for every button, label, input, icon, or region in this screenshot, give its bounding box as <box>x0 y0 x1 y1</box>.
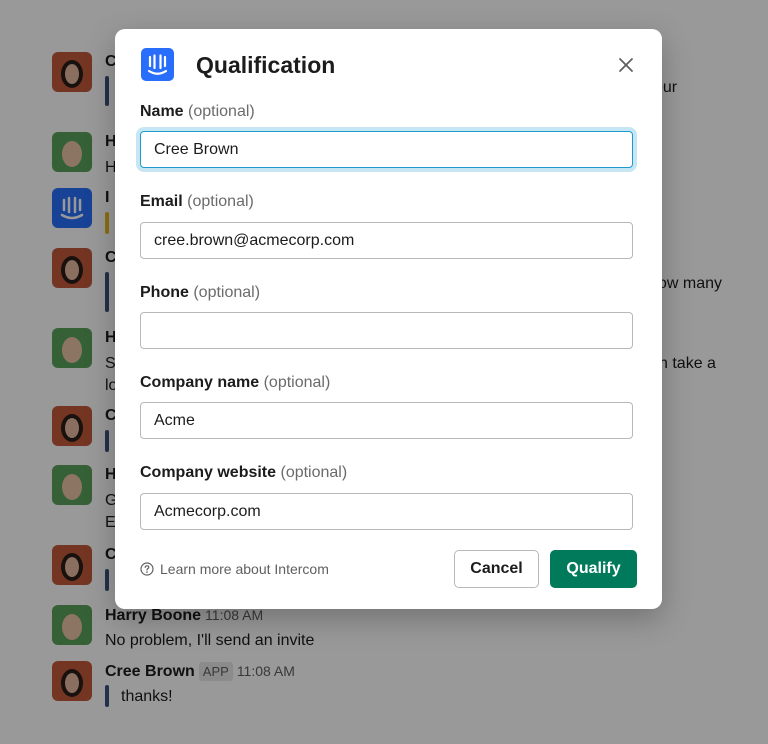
company-name-label-text: Company name <box>140 374 260 391</box>
email-label: Email (optional) <box>140 192 254 212</box>
company-website-input[interactable] <box>140 493 633 530</box>
company-website-label-text: Company website <box>140 464 277 481</box>
email-input[interactable] <box>140 222 633 259</box>
qualify-button[interactable]: Qualify <box>550 550 637 588</box>
optional-hint: (optional) <box>187 193 254 210</box>
company-website-label: Company website (optional) <box>140 463 347 483</box>
qualification-modal: Qualification Name (optional) Email (opt… <box>115 29 662 609</box>
company-name-label: Company name (optional) <box>140 373 330 393</box>
name-input[interactable] <box>140 131 633 168</box>
phone-label: Phone (optional) <box>140 283 260 303</box>
company-name-input[interactable] <box>140 402 633 439</box>
cancel-button[interactable]: Cancel <box>454 550 539 588</box>
intercom-logo-icon <box>141 48 174 81</box>
learn-more-link[interactable]: Learn more about Intercom <box>140 560 329 578</box>
optional-hint: (optional) <box>188 103 255 120</box>
name-label: Name (optional) <box>140 102 255 122</box>
optional-hint: (optional) <box>280 464 348 481</box>
modal-title: Qualification <box>196 52 336 78</box>
phone-input[interactable] <box>140 312 633 349</box>
email-label-text: Email <box>140 193 183 210</box>
help-circle-icon <box>140 562 154 576</box>
close-icon[interactable] <box>614 53 638 77</box>
name-label-text: Name <box>140 103 184 120</box>
learn-more-text: Learn more about Intercom <box>160 561 329 577</box>
optional-hint: (optional) <box>193 284 261 301</box>
optional-hint: (optional) <box>263 374 331 391</box>
phone-label-text: Phone <box>140 284 189 301</box>
